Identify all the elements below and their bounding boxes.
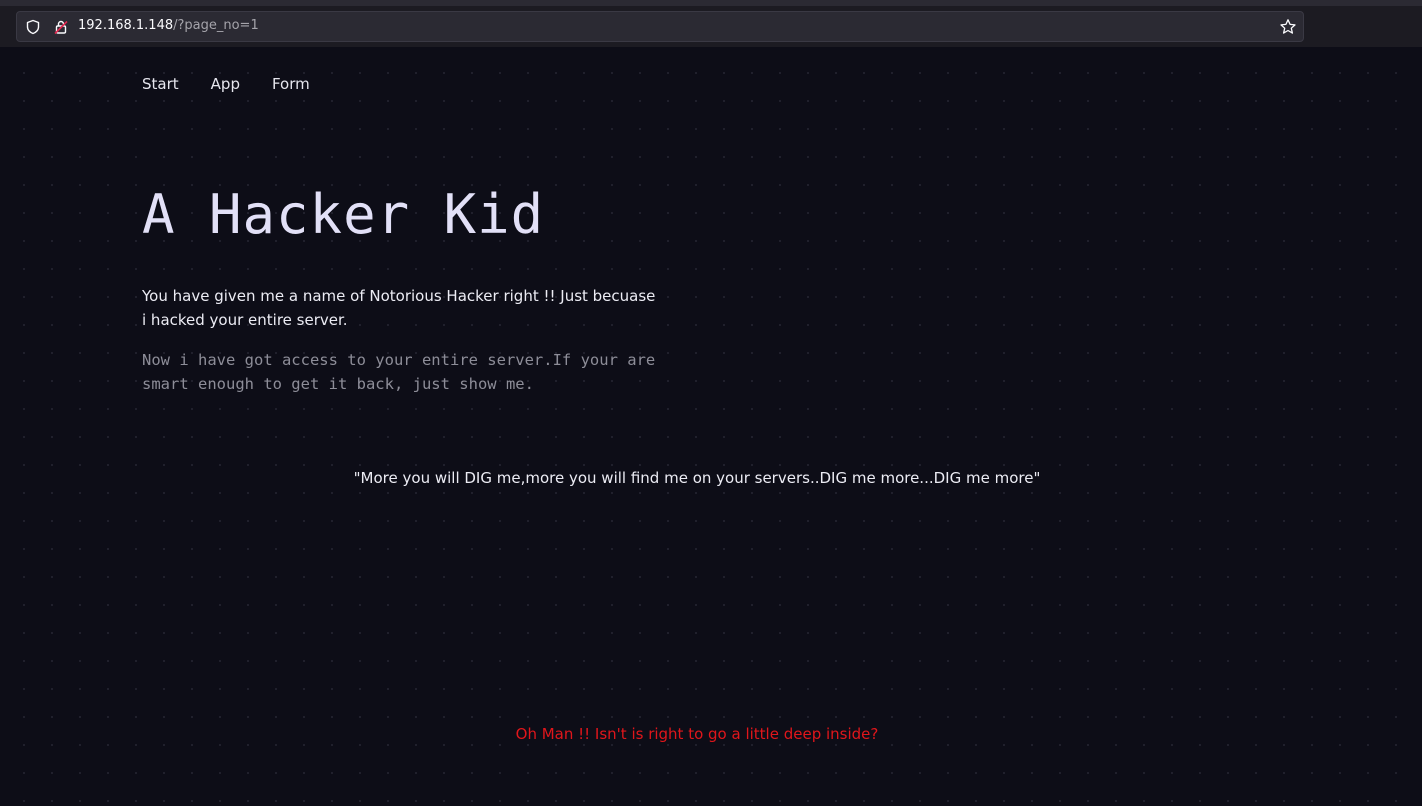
hint-text: Oh Man !! Isn't is right to go a little … [515,725,879,743]
nav-link-start[interactable]: Start [142,75,179,93]
address-bar[interactable]: 192.168.1.148/?page_no=1 [16,11,1304,42]
nav-link-app[interactable]: App [211,75,240,93]
page-title: A Hacker Kid [142,183,545,246]
shield-icon[interactable] [25,19,41,35]
browser-toolbar: 192.168.1.148/?page_no=1 [0,0,1422,47]
server-message: Now i have got access to your entire ser… [142,351,656,393]
page-content: Start App Form A Hacker Kid You have giv… [0,47,1422,806]
site-nav: Start App Form [142,75,310,93]
url-path: /?page_no=1 [173,18,259,33]
star-icon[interactable] [1279,18,1297,36]
intro-text: You have given me a name of Notorious Ha… [142,287,656,329]
tab-strip [0,0,1422,6]
insecure-lock-icon[interactable] [53,19,69,35]
url-host: 192.168.1.148 [78,18,174,33]
nav-link-form[interactable]: Form [272,75,310,93]
dig-quote: "More you will DIG me,more you will find… [353,469,1041,487]
url-text[interactable]: 192.168.1.148/?page_no=1 [78,18,259,33]
